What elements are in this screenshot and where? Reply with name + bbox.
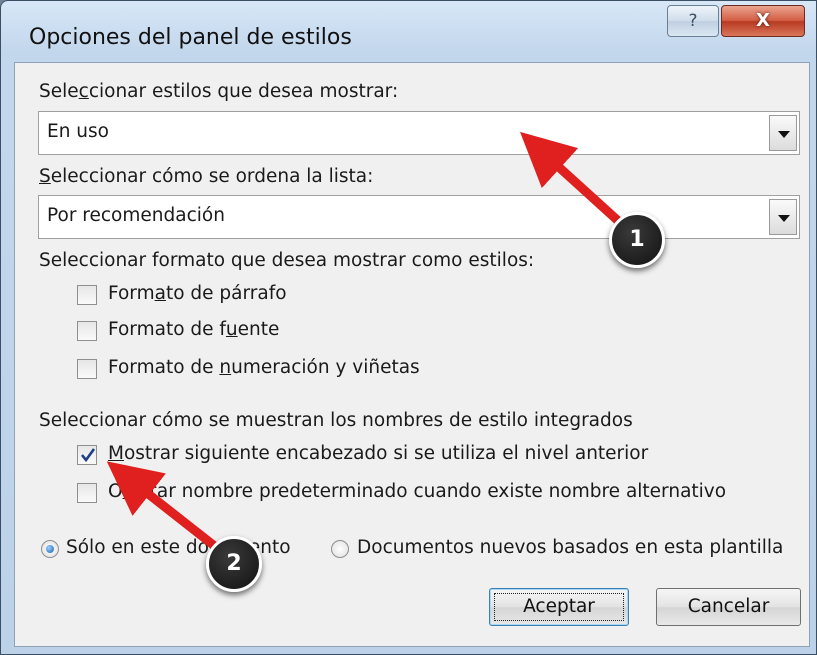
- font-format-label[interactable]: Formato de fuente: [108, 319, 279, 340]
- font-format-checkbox[interactable]: [77, 321, 97, 341]
- show-styles-value: En uso: [47, 121, 109, 142]
- paragraph-format-checkbox[interactable]: [77, 285, 97, 305]
- ok-button[interactable]: Aceptar: [489, 588, 629, 626]
- sort-dropdown[interactable]: Por recomendación: [38, 195, 800, 239]
- sort-label: Seleccionar cómo se ordena la lista:: [39, 166, 374, 187]
- format-label: Seleccionar formato que desea mostrar co…: [39, 250, 535, 271]
- annotation-badge-1: 1: [609, 212, 665, 268]
- hide-default-name-label[interactable]: Ocultar nombre predeterminado cuando exi…: [108, 481, 726, 502]
- numbering-format-checkbox[interactable]: [77, 359, 97, 379]
- checkmark-icon: [80, 448, 96, 463]
- this-document-radio[interactable]: [41, 540, 59, 558]
- help-icon: ?: [688, 11, 698, 31]
- title-bar[interactable]: Opciones del panel de estilos ? X: [1, 1, 816, 63]
- builtin-names-label: Seleccionar cómo se muestran los nombres…: [39, 410, 633, 431]
- show-styles-label: Seleccionar estilos que desea mostrar:: [39, 81, 399, 102]
- sort-dropdown-button[interactable]: [769, 199, 797, 235]
- close-icon: X: [756, 10, 770, 31]
- sort-value: Por recomendación: [47, 205, 225, 226]
- show-next-heading-label[interactable]: Mostrar siguiente encabezado si se utili…: [108, 443, 648, 464]
- numbering-format-label[interactable]: Formato de numeración y viñetas: [108, 357, 420, 378]
- new-documents-radio[interactable]: [331, 540, 349, 558]
- cancel-button[interactable]: Cancelar: [656, 588, 801, 626]
- show-styles-dropdown[interactable]: En uso: [38, 111, 800, 155]
- chevron-down-icon: [778, 215, 790, 222]
- dialog-body: Seleccionar estilos que desea mostrar: E…: [14, 62, 810, 647]
- show-styles-dropdown-button[interactable]: [769, 115, 797, 151]
- paragraph-format-label[interactable]: Formato de párrafo: [108, 283, 287, 304]
- show-next-heading-checkbox[interactable]: [77, 445, 97, 465]
- close-button[interactable]: X: [721, 5, 805, 37]
- annotation-badge-2: 2: [206, 536, 262, 592]
- hide-default-name-checkbox[interactable]: [77, 483, 97, 503]
- new-documents-label[interactable]: Documentos nuevos basados en esta planti…: [357, 537, 783, 558]
- dialog-title: Opciones del panel de estilos: [29, 25, 352, 50]
- chevron-down-icon: [778, 131, 790, 138]
- help-button[interactable]: ?: [667, 5, 719, 37]
